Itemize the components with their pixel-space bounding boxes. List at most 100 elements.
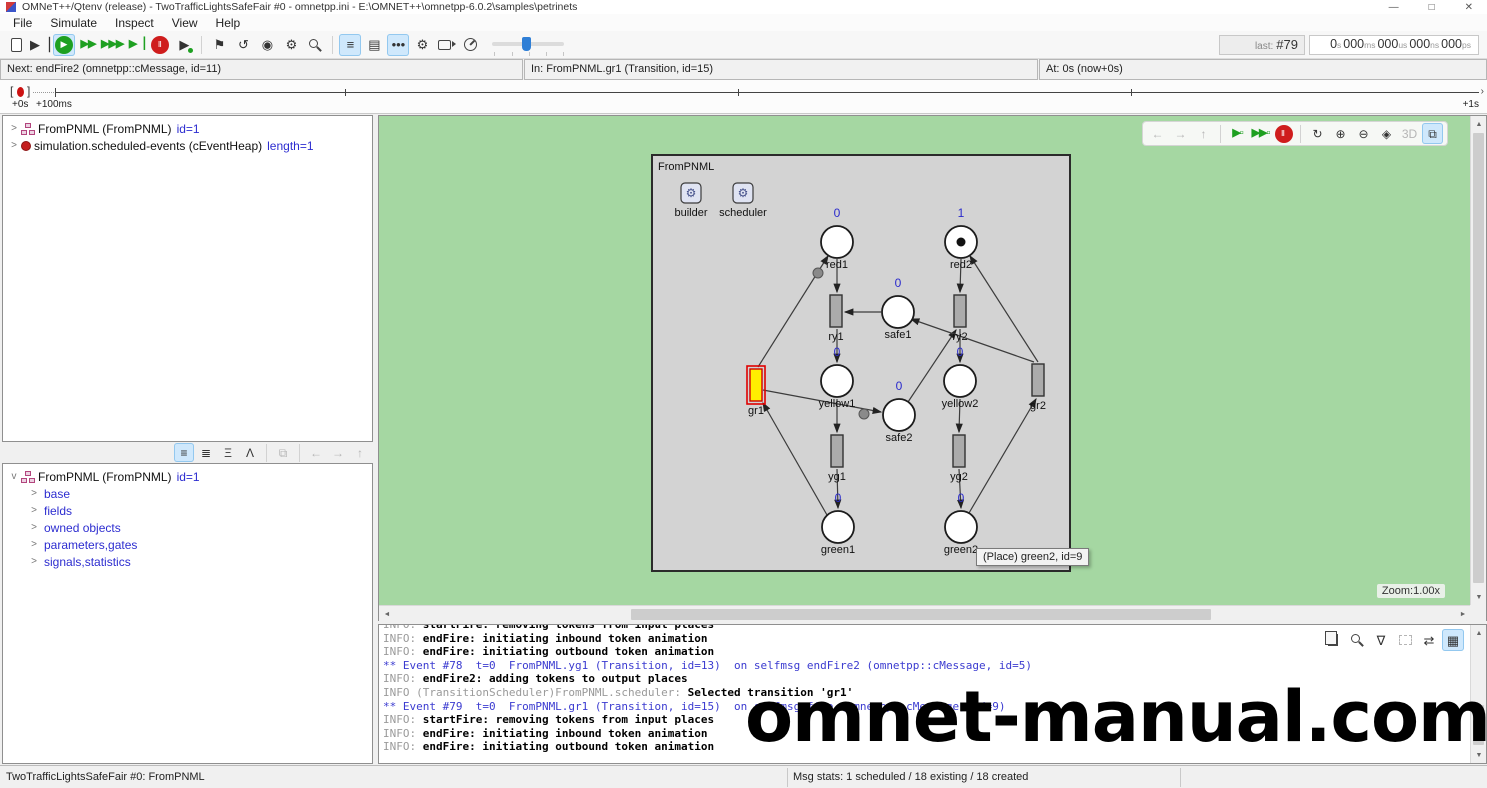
message-trace-button[interactable]: ⇄ — [1418, 629, 1440, 651]
place-green2[interactable] — [945, 511, 977, 543]
module-graph-button[interactable]: ⧉ — [273, 443, 293, 462]
back-button[interactable]: ← — [1147, 123, 1168, 144]
filter-button[interactable]: ∇ — [1370, 629, 1392, 651]
log-view-button[interactable]: ≡ — [339, 34, 361, 56]
animation-speed-slider[interactable] — [492, 35, 564, 55]
expand-icon[interactable]: > — [7, 123, 21, 134]
tree-row-base[interactable]: >base — [3, 485, 372, 502]
transition-ry2[interactable] — [954, 295, 966, 327]
forward-button[interactable]: → — [1170, 123, 1191, 144]
collapse-icon[interactable]: v — [7, 471, 21, 482]
scroll-up-arrow[interactable]: ▲ — [1471, 625, 1487, 641]
menu-inspect[interactable]: Inspect — [106, 14, 163, 31]
expand-icon[interactable]: > — [27, 556, 41, 567]
run-local-button[interactable]: ▶▫ — [1227, 123, 1248, 144]
stop-button[interactable]: Ⅱ — [149, 34, 171, 56]
reload-button[interactable]: ↺ — [232, 34, 254, 56]
record-eventlog-button[interactable]: ◉ — [256, 34, 278, 56]
module-graph-button[interactable]: ⧉ — [1422, 123, 1443, 144]
place-red1[interactable] — [821, 226, 853, 258]
maximize-button[interactable]: □ — [1429, 2, 1435, 13]
scroll-down-arrow[interactable]: ▼ — [1471, 589, 1487, 605]
slider-handle[interactable] — [522, 37, 531, 51]
find-button[interactable] — [304, 34, 326, 56]
back-button[interactable]: ← — [306, 443, 326, 462]
display-mode-button[interactable]: ▦ — [1442, 629, 1464, 651]
redraw-layout-button[interactable]: ↻ — [1307, 123, 1328, 144]
scroll-up-arrow[interactable]: ▲ — [1471, 116, 1487, 132]
fast-run-button[interactable]: ▶▶ — [77, 34, 99, 56]
tree-row-fields[interactable]: >fields — [3, 502, 372, 519]
canvas-viewport[interactable]: FromPNML⚙builder⚙schedulerry1ry2gr1gr2yg… — [379, 116, 1471, 605]
expand-icon[interactable]: > — [27, 488, 41, 499]
inheritance-mode-button[interactable]: Λ — [240, 443, 260, 462]
breakpoint-flag-button[interactable]: ⚑ — [208, 34, 230, 56]
scroll-right-arrow[interactable]: ► — [1455, 606, 1471, 622]
configure-button[interactable] — [1394, 629, 1416, 651]
zoom-out-button[interactable]: ⊖ — [1353, 123, 1374, 144]
express-run-button[interactable]: ▶▶▶ — [101, 34, 123, 56]
run-until-button[interactable]: ▶▕ — [125, 34, 147, 56]
timeline-event-dot[interactable] — [17, 87, 24, 97]
place-yellow2[interactable] — [944, 365, 976, 397]
tree-row-frompnml[interactable]: >FromPNML (FromPNML)id=1 — [3, 120, 372, 137]
menu-simulate[interactable]: Simulate — [41, 14, 106, 31]
preferences-button[interactable]: ⚙ — [411, 34, 433, 56]
tree-row-parameters-gates[interactable]: >parameters,gates — [3, 536, 372, 553]
scroll-left-arrow[interactable]: ◄ — [379, 606, 395, 622]
debug-on-errors-button[interactable]: ⚙ — [280, 34, 302, 56]
place-yellow1[interactable] — [821, 365, 853, 397]
copy-button[interactable] — [1322, 629, 1344, 651]
animation-speed-button[interactable] — [459, 34, 481, 56]
place-safe1[interactable] — [882, 296, 914, 328]
expand-icon[interactable]: > — [27, 539, 41, 550]
minimize-button[interactable]: — — [1389, 2, 1399, 13]
redraw-layout-icon: ↻ — [1312, 128, 1322, 140]
step-button[interactable]: ▶▕ — [29, 34, 51, 56]
close-button[interactable]: ✕ — [1465, 2, 1473, 13]
compound-module-frame[interactable] — [652, 155, 1070, 571]
tree-row-simulation-scheduled-events[interactable]: >simulation.scheduled-events (cEventHeap… — [3, 137, 372, 154]
canvas-horizontal-scrollbar[interactable]: ◄ ► — [379, 605, 1471, 621]
parent-module-button[interactable]: ↑ — [1193, 123, 1214, 144]
transition-gr1[interactable] — [750, 369, 762, 401]
canvas-vertical-scrollbar[interactable]: ▲ ▼ — [1470, 116, 1486, 605]
run-icon: ▶ — [55, 36, 73, 54]
run-button[interactable]: ▶ — [53, 34, 75, 56]
fast-run-local-button[interactable]: ▶▶▫ — [1250, 123, 1271, 144]
expand-icon[interactable]: > — [27, 522, 41, 533]
scroll-thumb[interactable] — [1473, 133, 1484, 583]
outline-view-button[interactable]: ▤ — [363, 34, 385, 56]
transition-yg1[interactable] — [831, 435, 843, 467]
scroll-thumb[interactable] — [631, 609, 1211, 620]
find-in-log-button[interactable] — [1346, 629, 1368, 651]
children-mode-button[interactable]: Ξ — [218, 443, 238, 462]
expand-icon[interactable]: > — [27, 505, 41, 516]
transition-yg2[interactable] — [953, 435, 965, 467]
menu-file[interactable]: File — [4, 14, 41, 31]
debug-next-event-button[interactable]: ▶ — [173, 34, 195, 56]
place-green1[interactable] — [822, 511, 854, 543]
grouped-mode-button[interactable]: ≡ — [174, 443, 194, 462]
stop-local-button[interactable]: Ⅱ — [1273, 123, 1294, 144]
zoom-in-button[interactable]: ⊕ — [1330, 123, 1351, 144]
log-line: INFO: endFire: initiating outbound token… — [383, 645, 1032, 659]
layers-button[interactable]: ◈ — [1376, 123, 1397, 144]
tree-row-owned[interactable]: >owned objects — [3, 519, 372, 536]
record-video-button[interactable] — [435, 34, 457, 56]
menu-view[interactable]: View — [163, 14, 207, 31]
flat-mode-button[interactable]: ≣ — [196, 443, 216, 462]
transition-gr2[interactable] — [1032, 364, 1044, 396]
expand-icon[interactable]: > — [7, 140, 21, 151]
event-timeline[interactable]: [ ] +0s +100ms › +1s — [0, 80, 1487, 114]
tree-row-signals-statistics[interactable]: >signals,statistics — [3, 553, 372, 570]
menu-help[interactable]: Help — [207, 14, 250, 31]
tree-row-frompnml[interactable]: vFromPNML (FromPNML)id=1 — [3, 468, 372, 485]
transition-ry1[interactable] — [830, 295, 842, 327]
message-animation-button[interactable]: ••• — [387, 34, 409, 56]
parent-button[interactable]: ↑ — [350, 443, 370, 462]
new-file-button[interactable] — [5, 34, 27, 56]
place-safe2[interactable] — [883, 399, 915, 431]
3d-view-button[interactable]: 3D — [1399, 123, 1420, 144]
forward-button[interactable]: → — [328, 443, 348, 462]
